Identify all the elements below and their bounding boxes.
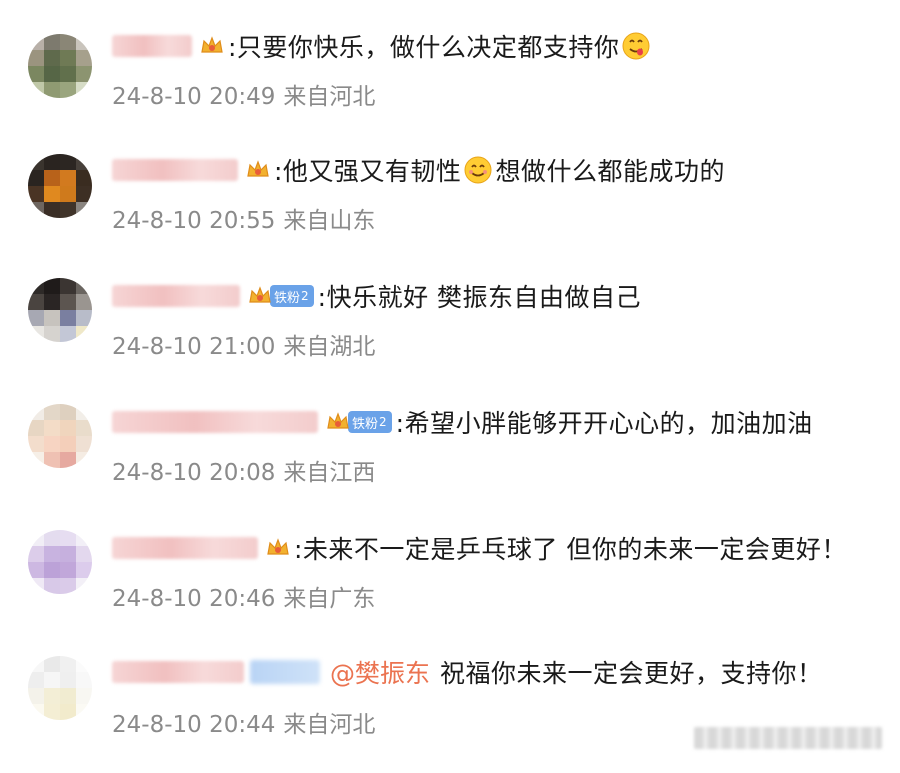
comment-date: 24-8-10 21:00 — [112, 334, 276, 360]
username-redacted[interactable] — [112, 661, 244, 683]
username-redacted[interactable] — [112, 285, 240, 307]
crown-badge-icon — [198, 32, 226, 60]
avatar[interactable] — [28, 278, 92, 342]
comment-date: 24-8-10 20:46 — [112, 586, 276, 612]
comment-item: 铁粉 2 :快乐就好 樊振东自由做自己 24-8-10 21:00 来自湖北 — [0, 252, 900, 376]
username-redacted[interactable] — [112, 35, 192, 57]
mention-redacted — [250, 660, 320, 684]
comment-location: 来自河北 — [283, 712, 376, 738]
comment-text: 祝福你未来一定会更好，支持你！ — [440, 659, 823, 688]
comment-item: :他又强又有韧性 想做什么都能成功的 24-8-10 20:55 来自山东 — [0, 126, 900, 250]
comment-date: 24-8-10 20:44 — [112, 712, 276, 738]
comment-item: :只要你快乐，做什么决定都支持你 24-8-10 20:49 来自河北 — [0, 0, 900, 124]
mention-link[interactable]: @樊振东 — [330, 654, 430, 690]
fan-badge[interactable]: 铁粉 2 — [348, 411, 392, 433]
comment-date: 24-8-10 20:55 — [112, 208, 276, 234]
smiling-face-emoji — [463, 155, 493, 185]
crown-badge-icon — [244, 156, 272, 184]
comment-location: 来自湖北 — [283, 334, 376, 360]
fan-badge[interactable]: 铁粉 2 — [270, 285, 314, 307]
username-redacted[interactable] — [112, 159, 238, 181]
crown-badge-icon — [324, 408, 352, 436]
avatar[interactable] — [28, 656, 92, 720]
avatar[interactable] — [28, 404, 92, 468]
comment-location: 来自江西 — [283, 460, 376, 486]
comment-text: :只要你快乐，做什么决定都支持你 — [228, 33, 620, 62]
comment-text: :快乐就好 樊振东自由做自己 — [317, 283, 642, 312]
comment-item: :未来不一定是乒乓球了 但你的未来一定会更好！ 24-8-10 20:46 来自广… — [0, 504, 900, 628]
yum-face-emoji — [621, 31, 651, 61]
avatar[interactable] — [28, 154, 92, 218]
crown-badge-icon — [264, 534, 292, 562]
username-redacted[interactable] — [112, 411, 318, 433]
comment-text: 想做什么都能成功的 — [495, 157, 725, 186]
avatar[interactable] — [28, 530, 92, 594]
comment-item: 铁粉 2 :希望小胖能够开开心心的，加油加油 24-8-10 20:08 来自江西 — [0, 378, 900, 502]
comment-date: 24-8-10 20:49 — [112, 84, 276, 110]
comment-text: :他又强又有韧性 — [274, 157, 462, 186]
comment-location: 来自山东 — [283, 208, 376, 234]
comment-text: :希望小胖能够开开心心的，加油加油 — [395, 409, 813, 438]
crown-badge-icon — [246, 282, 274, 310]
comment-location: 来自广东 — [283, 586, 376, 612]
avatar[interactable] — [28, 34, 92, 98]
comment-text: :未来不一定是乒乓球了 但你的未来一定会更好！ — [294, 535, 847, 564]
username-redacted[interactable] — [112, 537, 258, 559]
comment-date: 24-8-10 20:08 — [112, 460, 276, 486]
comment-location: 来自河北 — [283, 84, 376, 110]
watermark-redacted — [694, 727, 882, 749]
